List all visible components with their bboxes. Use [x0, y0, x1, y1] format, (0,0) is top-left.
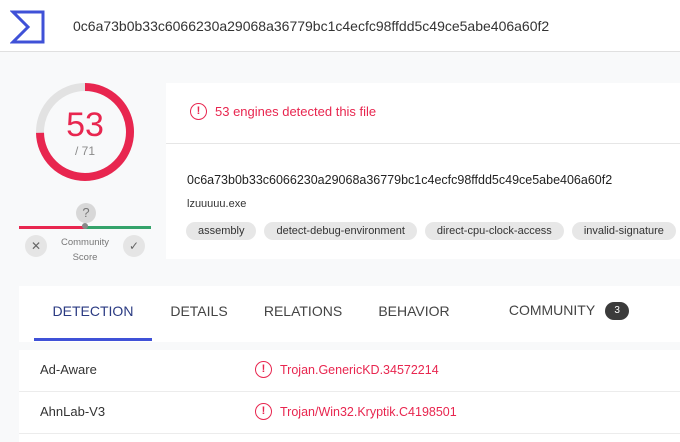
tab-bar: DETECTION DETAILS RELATIONS BEHAVIOR COM… [19, 286, 680, 342]
tab-community[interactable]: COMMUNITY 3 [499, 286, 639, 342]
tab-details[interactable]: DETAILS [159, 286, 239, 342]
alert-icon: ! [255, 361, 272, 378]
file-summary-card: ! 53 engines detected this file 0c6a73b0… [166, 83, 680, 259]
tag[interactable]: invalid-signature [571, 222, 676, 240]
community-score-marker [82, 223, 88, 229]
alert-text: 53 engines detected this file [215, 103, 377, 119]
engine-name: Ad-Aware [40, 362, 97, 377]
top-bar [0, 0, 680, 52]
alert-icon: ! [190, 102, 207, 120]
vote-harmful-button[interactable]: ✕ [25, 235, 47, 257]
verdict-text: Trojan.GenericKD.34572214 [280, 362, 439, 377]
tag-list: assembly detect-debug-environment direct… [186, 222, 676, 240]
community-score-label: Community Score [60, 237, 110, 263]
active-tab-indicator [34, 338, 152, 341]
community-count-badge: 3 [605, 302, 630, 321]
detection-verdict: ! Trojan/Win32.Kryptik.C4198501 [255, 403, 457, 420]
detection-score-panel: 53 / 71 ? ✕ Community Score ✓ [0, 52, 165, 272]
vote-harmless-button[interactable]: ✓ [123, 235, 145, 257]
detected-count: 53 [66, 106, 104, 144]
engine-name: AhnLab-V3 [40, 404, 106, 419]
verdict-text: Trojan/Win32.Kryptik.C4198501 [280, 404, 457, 419]
table-row: Ad-Aware ! Trojan.GenericKD.34572214 [19, 350, 680, 392]
tag[interactable]: detect-debug-environment [264, 222, 417, 240]
alert-icon: ! [255, 403, 272, 420]
table-row: AhnLab-V3 ! Trojan/Win32.Kryptik.C419850… [19, 392, 680, 434]
tag[interactable]: direct-cpu-clock-access [424, 222, 564, 240]
detection-alert: ! 53 engines detected this file [190, 101, 376, 121]
file-hash: 0c6a73b0b33c6066230a29068a36779bc1c4ecfc… [187, 173, 613, 187]
virustotal-logo-icon[interactable] [10, 9, 46, 45]
file-name: lzuuuuu.exe [187, 198, 247, 210]
search-input[interactable] [73, 14, 673, 38]
divider [166, 143, 680, 144]
question-icon: ? [76, 203, 96, 223]
tab-detection[interactable]: DETECTION [34, 286, 152, 342]
tag[interactable]: assembly [186, 222, 257, 240]
detection-results: Ad-Aware ! Trojan.GenericKD.34572214 Ahn… [19, 350, 680, 442]
tab-relations[interactable]: RELATIONS [255, 286, 351, 342]
detection-verdict: ! Trojan.GenericKD.34572214 [255, 361, 439, 378]
total-engines: / 71 [74, 144, 95, 158]
tab-behavior[interactable]: BEHAVIOR [371, 286, 457, 342]
